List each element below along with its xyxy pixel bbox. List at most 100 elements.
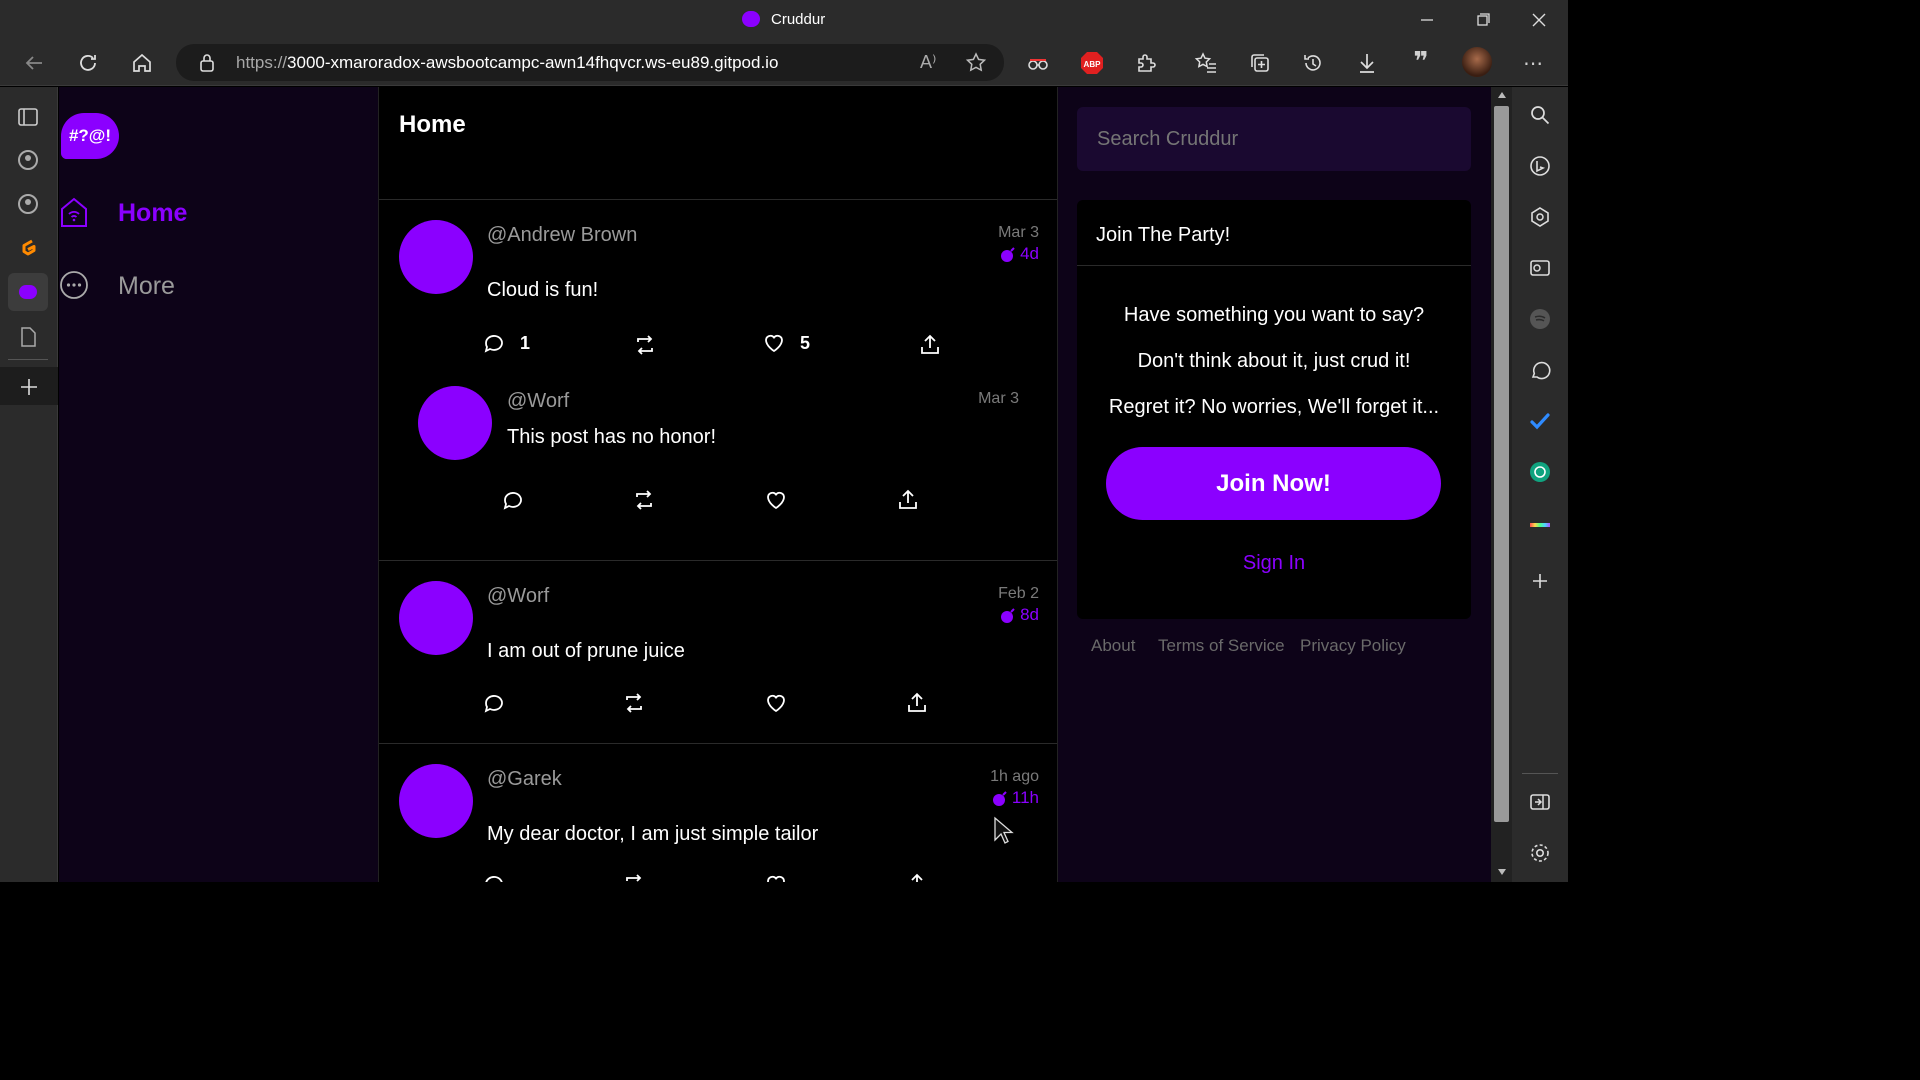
reply-action[interactable]: 1 xyxy=(482,331,530,355)
footer-privacy-link[interactable]: Privacy Policy xyxy=(1300,636,1406,656)
like-action[interactable] xyxy=(764,872,788,882)
share-icon xyxy=(911,873,923,882)
feed: Home @Andrew Brown Mar 3 4d Cloud is fun… xyxy=(378,87,1058,882)
home-button[interactable] xyxy=(126,47,158,79)
reply-handle[interactable]: @Worf xyxy=(507,390,569,413)
svg-text:ABP: ABP xyxy=(1084,60,1102,69)
favorites-button[interactable] xyxy=(1190,47,1222,79)
post-handle[interactable]: @Worf xyxy=(487,585,549,608)
avatar[interactable] xyxy=(399,581,473,655)
profile-avatar[interactable] xyxy=(1462,47,1492,77)
close-window-button[interactable] xyxy=(1527,8,1551,32)
repost-icon xyxy=(637,335,653,355)
join-box: Join The Party! Have something you want … xyxy=(1077,200,1471,619)
read-aloud-icon[interactable]: A⁾ xyxy=(920,52,936,73)
tab-document[interactable] xyxy=(14,323,42,356)
expire-badge: 8d xyxy=(999,605,1039,625)
join-title: Join The Party! xyxy=(1096,224,1231,246)
glasses-icon xyxy=(1028,59,1048,70)
gitpod-icon xyxy=(22,239,36,256)
refresh-button[interactable] xyxy=(72,47,104,79)
search-input[interactable] xyxy=(1077,107,1471,171)
downloads-button[interactable] xyxy=(1351,47,1383,79)
side-panel-divider xyxy=(1522,773,1558,774)
new-tab-button[interactable] xyxy=(0,367,58,405)
hide-sidebar-icon[interactable] xyxy=(1528,790,1552,814)
back-button[interactable] xyxy=(18,47,50,79)
footer-about-link[interactable]: About xyxy=(1091,636,1135,656)
like-action[interactable] xyxy=(764,488,788,512)
shopping-icon[interactable] xyxy=(1528,205,1552,229)
repost-action[interactable] xyxy=(622,691,646,715)
scroll-up-arrow-icon[interactable] xyxy=(1498,92,1506,98)
bing-chat-icon[interactable] xyxy=(1528,154,1552,178)
color-strip-icon[interactable] xyxy=(1530,523,1550,527)
nav-item-more[interactable]: More xyxy=(59,268,359,304)
gear-icon[interactable] xyxy=(1528,841,1552,865)
puzzle-icon xyxy=(1138,54,1156,72)
repost-action[interactable] xyxy=(622,872,646,882)
outlook-icon[interactable] xyxy=(1528,256,1552,280)
todo-icon[interactable] xyxy=(1528,409,1552,433)
post-item[interactable]: @Andrew Brown Mar 3 4d Cloud is fun! 1 5… xyxy=(379,200,1057,560)
tab-cruddur-active[interactable] xyxy=(8,273,48,311)
like-action[interactable] xyxy=(764,691,788,715)
share-action[interactable] xyxy=(905,872,929,882)
spotify-icon[interactable] xyxy=(1528,307,1552,331)
tab-actions-icon xyxy=(18,108,38,126)
collections-icon xyxy=(1251,54,1269,72)
post-handle[interactable]: @Andrew Brown xyxy=(487,224,637,247)
github-icon xyxy=(18,150,38,170)
post-item[interactable]: @Garek 1h ago 11h My dear doctor, I am j… xyxy=(379,744,1057,882)
footer-terms-link[interactable]: Terms of Service xyxy=(1158,636,1285,656)
add-sidebar-app-icon[interactable] xyxy=(1528,569,1552,593)
cruddur-logo[interactable]: #?@! xyxy=(61,113,119,159)
avatar[interactable] xyxy=(418,386,492,460)
search-icon[interactable] xyxy=(1528,103,1552,127)
share-action[interactable] xyxy=(918,333,942,357)
chatgpt-icon[interactable] xyxy=(1528,460,1552,484)
url-text[interactable]: https://3000-xmaroradox-awsbootcampc-awn… xyxy=(236,53,778,73)
adblock-button[interactable]: ABP xyxy=(1076,47,1108,79)
tab-actions-button[interactable] xyxy=(14,103,42,136)
whatsapp-icon[interactable] xyxy=(1528,358,1552,382)
add-favorite-icon[interactable] xyxy=(964,51,988,75)
share-action[interactable] xyxy=(896,488,920,512)
share-icon xyxy=(921,334,939,354)
repost-icon xyxy=(636,490,652,510)
tab-gitpod[interactable] xyxy=(14,234,42,267)
reply-icon xyxy=(485,876,503,882)
nav-item-home[interactable]: Home xyxy=(59,195,359,231)
join-now-button[interactable]: Join Now! xyxy=(1106,447,1441,520)
collections-button[interactable] xyxy=(1244,47,1276,79)
back-arrow-icon xyxy=(25,56,42,70)
repost-action[interactable] xyxy=(633,333,657,357)
reply-action[interactable] xyxy=(501,488,525,512)
sign-in-link[interactable]: Sign In xyxy=(1077,552,1471,575)
reply-item[interactable]: @Worf Mar 3 This post has no honor! xyxy=(379,380,1057,540)
avatar[interactable] xyxy=(399,764,473,838)
share-action[interactable] xyxy=(905,691,929,715)
extension-glasses-button[interactable] xyxy=(1022,47,1054,79)
tab-github-1[interactable] xyxy=(14,146,42,179)
reply-action[interactable] xyxy=(482,691,506,715)
page-scrollbar[interactable] xyxy=(1491,87,1512,882)
post-item[interactable]: @Worf Feb 2 8d I am out of prune juice xyxy=(379,561,1057,743)
extensions-button[interactable] xyxy=(1130,47,1162,79)
join-line-1: Have something you want to say? xyxy=(1123,304,1425,326)
restore-button[interactable] xyxy=(1471,8,1495,32)
minimize-button[interactable] xyxy=(1415,8,1439,32)
post-handle[interactable]: @Garek xyxy=(487,768,562,791)
like-action[interactable]: 5 xyxy=(762,331,810,355)
scroll-thumb[interactable] xyxy=(1494,106,1509,822)
avatar[interactable] xyxy=(399,220,473,294)
address-bar[interactable]: https://3000-xmaroradox-awsbootcampc-awn… xyxy=(176,44,1004,81)
history-button[interactable] xyxy=(1297,47,1329,79)
quote-extension-button[interactable]: ❞ xyxy=(1405,45,1437,77)
repost-action[interactable] xyxy=(632,488,656,512)
tab-github-2[interactable] xyxy=(14,190,42,223)
tabs-divider xyxy=(8,359,48,360)
settings-menu-button[interactable]: ⋯ xyxy=(1517,47,1549,79)
scroll-down-arrow-icon[interactable] xyxy=(1498,869,1506,875)
reply-action[interactable] xyxy=(482,872,506,882)
